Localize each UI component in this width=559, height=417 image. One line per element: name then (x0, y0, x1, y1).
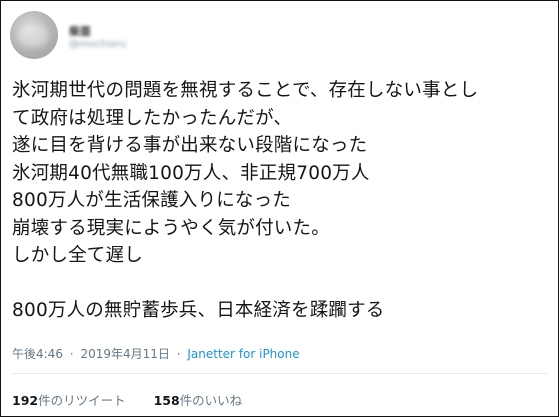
tweet-source-link[interactable]: Janetter for iPhone (187, 347, 299, 361)
user-handle[interactable]: @mochiaru (69, 39, 126, 50)
avatar[interactable] (10, 11, 58, 59)
tweet-text: 氷河期世代の問題を無視することで、存在しない事とし て政府は処理したかったんだが… (12, 77, 552, 325)
likes-label: 件のいいね (179, 393, 243, 408)
tweet-line: 氷河期40代無職100万人、非正規700万人 (12, 162, 370, 184)
tweet-line: 崩壊する現実にようやく気が付いた。 (12, 217, 330, 239)
tweet-stats: 192件のリツイート 158件のいいね (12, 390, 242, 409)
tweet-line: しかし全て遅し (12, 245, 143, 266)
retweets-stat[interactable]: 192件のリツイート (12, 393, 126, 408)
tweet-line: て政府は処理したかったんだが、 (12, 107, 293, 129)
tweet-time[interactable]: 午後4:46 (12, 347, 63, 361)
likes-count: 158 (153, 393, 180, 408)
tweet-line: 800万人の無貯蓄歩兵、日本経済を蹂躙する (12, 300, 385, 321)
likes-stat[interactable]: 158件のいいね (154, 393, 243, 408)
tweet-line: 800万人が生活保護入りになった (12, 190, 292, 211)
tweet-line: 遂に目を背ける事が出来ない段階になった (12, 135, 368, 156)
meta-separator: · (69, 347, 74, 361)
tweet-date[interactable]: 2019年4月11日 (80, 347, 169, 361)
meta-separator: · (176, 347, 181, 361)
tweet-line: 氷河期世代の問題を無視することで、存在しない事とし (12, 80, 479, 101)
retweets-count: 192 (12, 393, 39, 408)
tweet-meta: 午後4:46 · 2019年4月11日 · Janetter for iPhon… (12, 345, 300, 362)
user-display-name[interactable]: 柴亜 (69, 23, 91, 39)
retweets-label: 件のリツイート (38, 393, 126, 408)
tweet-card: 柴亜 @mochiaru 氷河期世代の問題を無視することで、存在しない事とし て… (0, 0, 559, 417)
divider (12, 373, 547, 374)
